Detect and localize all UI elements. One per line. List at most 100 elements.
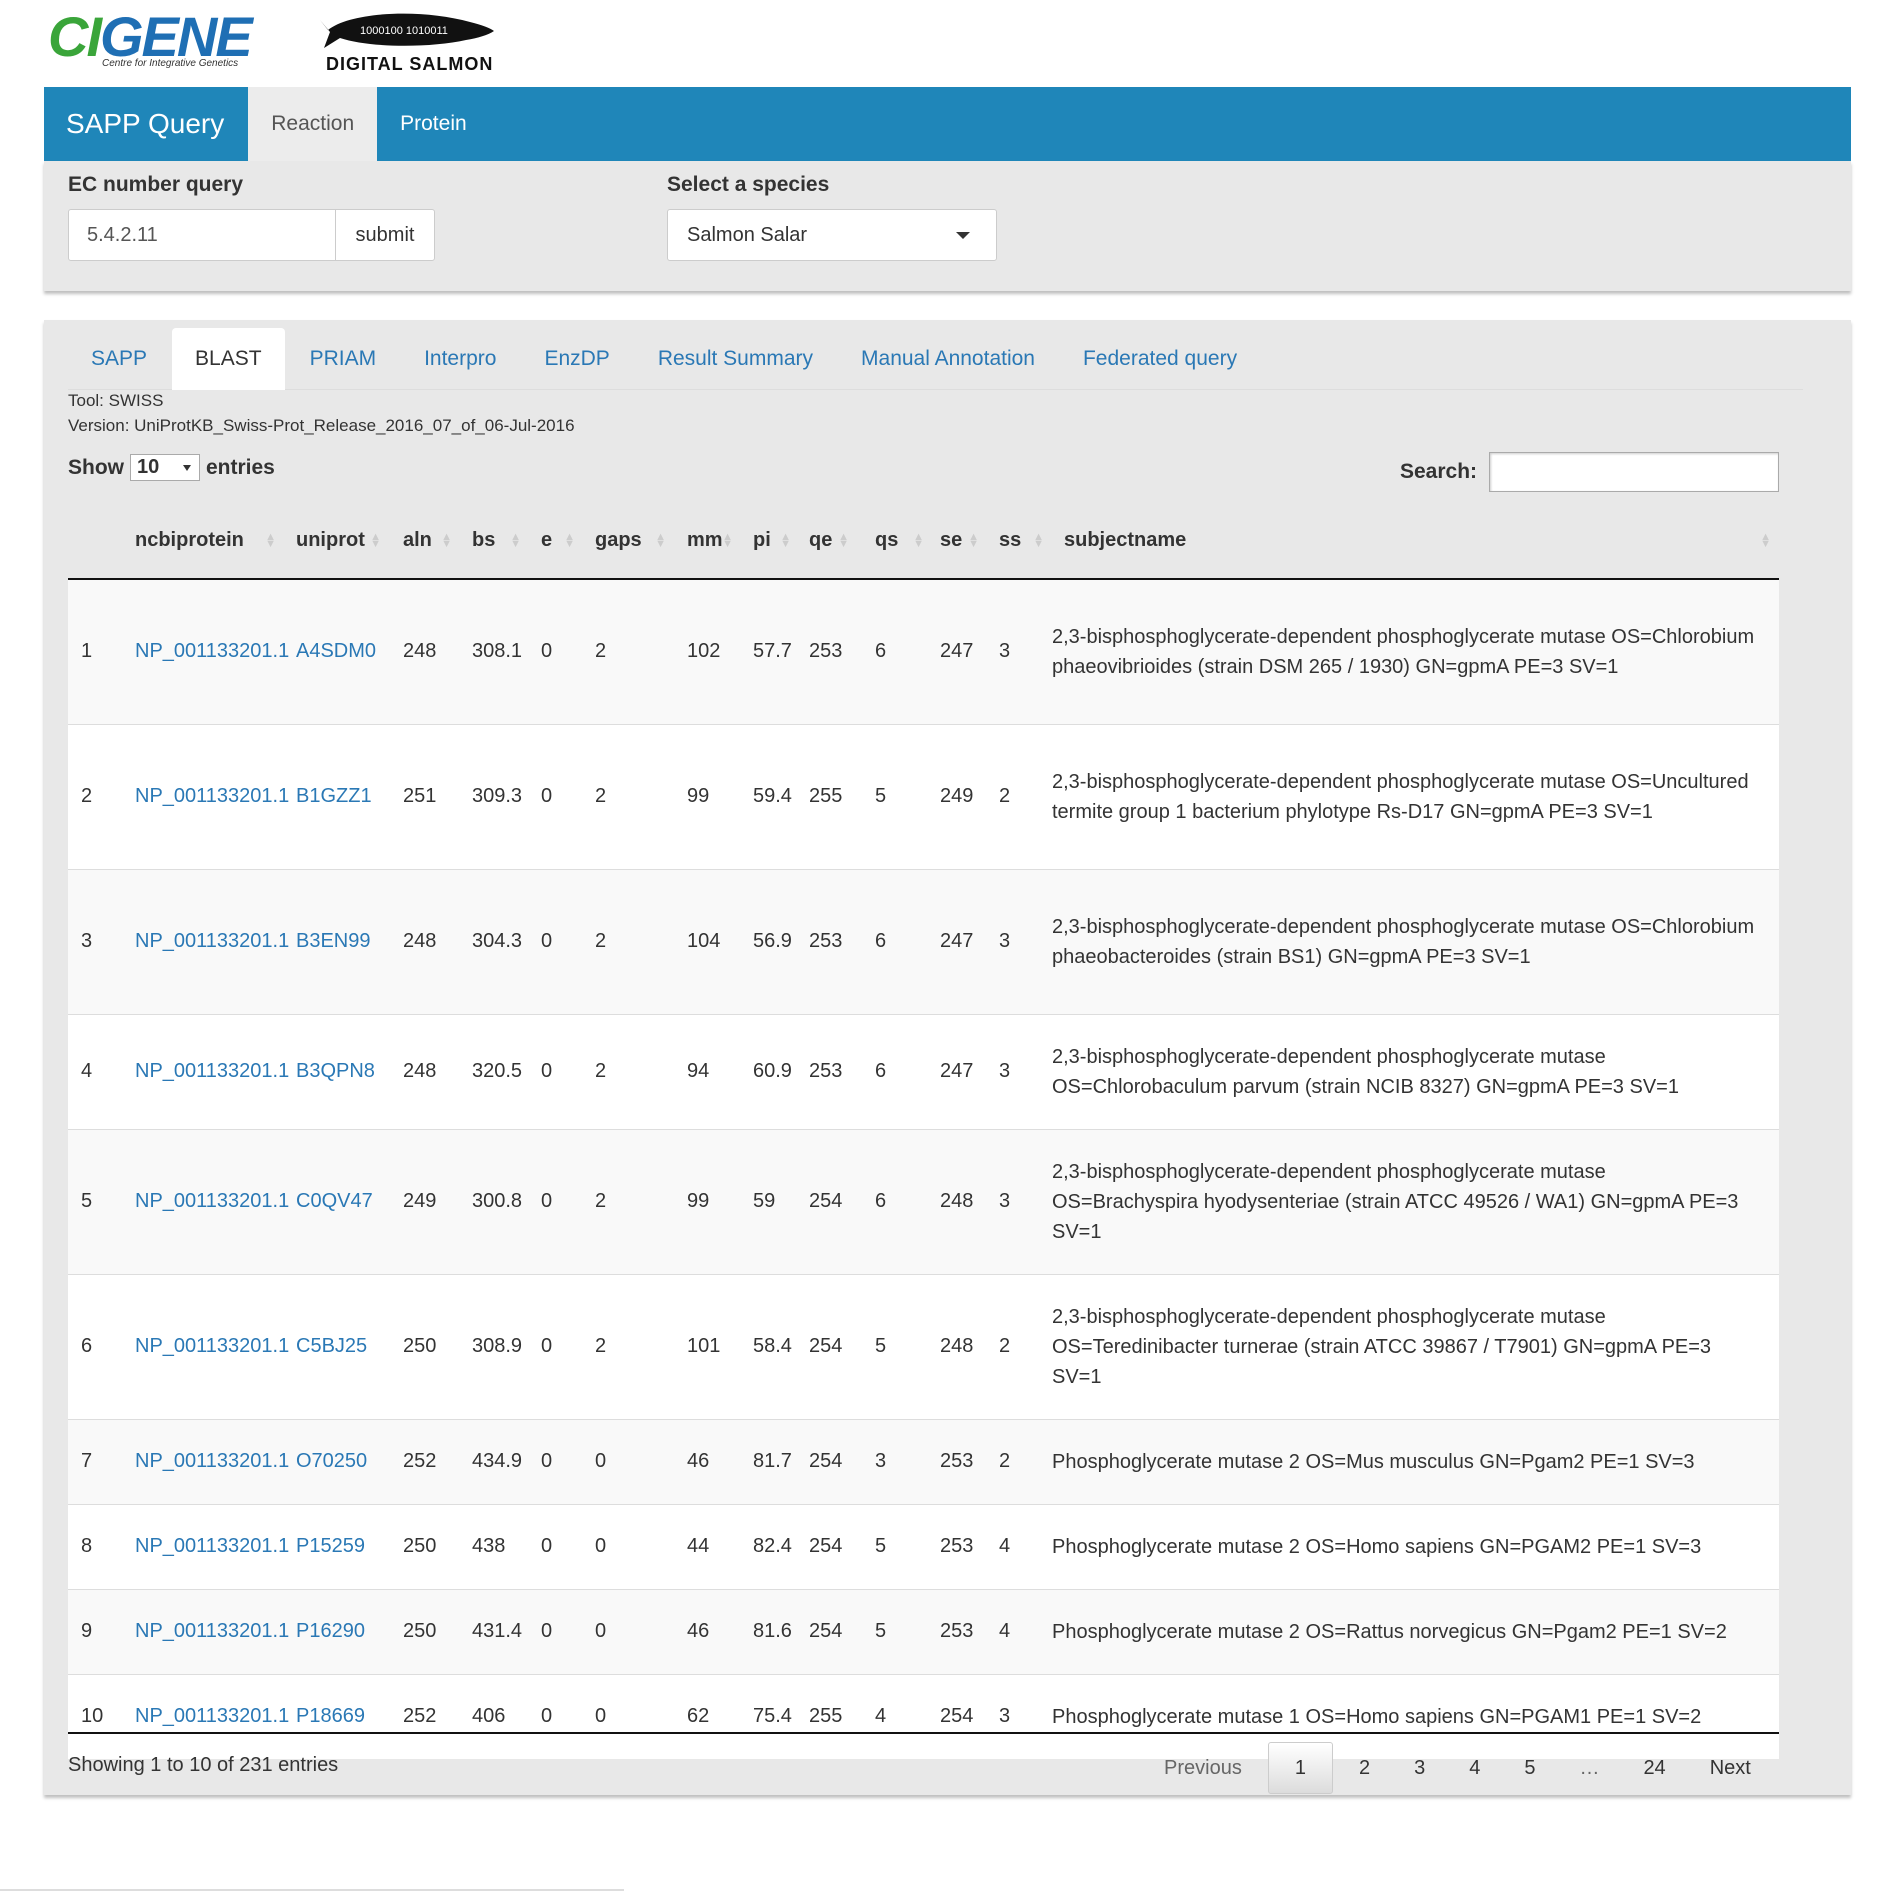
cell-ncbiprotein-link[interactable]: NP_001133201.1 (135, 930, 289, 952)
tab-enzdp[interactable]: EnzDP (521, 328, 632, 390)
cell-ncbiprotein: NP_001133201.1 (125, 1013, 289, 1129)
cell-uniprot-link[interactable]: B3QPN8 (296, 1060, 375, 1082)
col-ncbiprotein-header[interactable]: ncbiprotein ▲ ▼ (125, 502, 284, 580)
tab-manual-annotation[interactable]: Manual Annotation (838, 328, 1058, 390)
pagination-page[interactable]: 24 (1621, 1742, 1687, 1794)
cell-index: 10 (68, 1673, 125, 1759)
col-qe-header[interactable]: qe ▲ ▼ (799, 502, 857, 580)
col-pi-label: pi (753, 528, 771, 551)
species-select[interactable]: Salmon Salar (667, 209, 997, 261)
pagination-page[interactable]: 1 (1267, 1742, 1333, 1794)
cell-index: 8 (68, 1503, 125, 1589)
cell-e: 0 (529, 1673, 583, 1759)
col-bs-label: bs (472, 528, 496, 551)
cell-bs: 308.9 (460, 1273, 529, 1419)
tab-result-summary[interactable]: Result Summary (635, 328, 836, 390)
table-row: 4 NP_001133201.1 B3QPN8 248 320.5 0 2 94 60.9 253… (68, 1013, 1779, 1129)
cell-uniprot-link[interactable]: A4SDM0 (296, 640, 376, 662)
table-row: 8 NP_001133201.1 P15259 250 438 0 0 44 82.4 254 5 2… (68, 1503, 1779, 1589)
cell-uniprot-link[interactable]: B3EN99 (296, 930, 371, 952)
col-qs-label: qs (875, 528, 899, 551)
cell-qs: 6 (857, 578, 932, 724)
tab-blast[interactable]: BLAST (172, 328, 285, 390)
entries-length-select[interactable]: 10 (130, 454, 200, 481)
cell-qe: 255 (799, 1673, 857, 1759)
cell-aln: 252 (389, 1418, 460, 1504)
cigene-tagline: Centre for Integrative Genetics (102, 58, 239, 69)
col-qs-header[interactable]: qs ▲ ▼ (857, 502, 932, 580)
ec-number-input[interactable] (68, 209, 336, 261)
cell-gaps: 0 (583, 1418, 674, 1504)
cell-ss: 3 (987, 578, 1052, 724)
cell-uniprot-link[interactable]: C0QV47 (296, 1190, 373, 1212)
cell-ncbiprotein-link[interactable]: NP_001133201.1 (135, 640, 289, 662)
cell-ncbiprotein-link[interactable]: NP_001133201.1 (135, 1335, 289, 1357)
cell-index: 7 (68, 1418, 125, 1504)
cell-gaps: 2 (583, 1273, 674, 1419)
cell-pi: 56.9 (741, 868, 799, 1014)
cell-qe: 254 (799, 1128, 857, 1274)
col-mm-header[interactable]: mm ▲ ▼ (674, 502, 741, 580)
col-ncbiprotein-label: ncbiprotein (135, 528, 244, 551)
nav-protein[interactable]: Protein (377, 87, 490, 161)
cell-subjectname: 2,3-bisphosphoglycerate-dependent phosph… (1052, 578, 1779, 724)
cell-aln: 248 (389, 868, 460, 1014)
col-ss-header[interactable]: ss ▲ ▼ (987, 502, 1052, 580)
cell-uniprot-link[interactable]: P16290 (296, 1620, 365, 1642)
cell-ncbiprotein-link[interactable]: NP_001133201.1 (135, 1620, 289, 1642)
col-uniprot-header[interactable]: uniprot ▲ ▼ (284, 502, 389, 580)
col-pi-header[interactable]: pi ▲ ▼ (741, 502, 799, 580)
cell-ncbiprotein-link[interactable]: NP_001133201.1 (135, 1705, 289, 1727)
cell-ncbiprotein-link[interactable]: NP_001133201.1 (135, 1535, 289, 1557)
cell-se: 253 (932, 1588, 987, 1674)
cell-bs: 308.1 (460, 578, 529, 724)
pagination-next[interactable]: Next (1688, 1742, 1773, 1794)
pagination-page[interactable]: 2 (1337, 1742, 1392, 1794)
salmon-fish-icon: 1000100 1010011 (320, 13, 494, 48)
cell-mm: 99 (674, 1128, 741, 1274)
pagination-page[interactable]: 4 (1447, 1742, 1502, 1794)
table-row: 6 NP_001133201.1 C5BJ25 250 308.9 0 2 101 58.4 25… (68, 1273, 1779, 1419)
cell-index: 4 (68, 1013, 125, 1129)
cell-uniprot-link[interactable]: P18669 (296, 1705, 365, 1727)
cell-subjectname: Phosphoglycerate mutase 2 OS=Mus musculu… (1052, 1418, 1779, 1504)
col-gaps-header[interactable]: gaps ▲ ▼ (583, 502, 674, 580)
nav-reaction[interactable]: Reaction (248, 87, 378, 161)
col-subjectname-header[interactable]: subjectname ▲ ▼ (1052, 502, 1779, 580)
tab-priam[interactable]: PRIAM (287, 328, 400, 390)
cell-qs: 3 (857, 1418, 932, 1504)
cell-uniprot: C0QV47 (284, 1128, 389, 1274)
col-aln-header[interactable]: aln ▲ ▼ (389, 502, 460, 580)
pagination-page[interactable]: 5 (1502, 1742, 1557, 1794)
cell-se: 247 (932, 578, 987, 724)
cell-mm: 62 (674, 1673, 741, 1759)
tab-sapp[interactable]: SAPP (68, 328, 170, 390)
pagination-ellipsis: … (1579, 1756, 1600, 1779)
cell-uniprot-link[interactable]: B1GZZ1 (296, 785, 372, 807)
search-input[interactable] (1489, 452, 1780, 492)
cell-e: 0 (529, 868, 583, 1014)
pagination-previous[interactable]: Previous (1142, 1742, 1264, 1794)
pagination-page[interactable]: 3 (1392, 1742, 1447, 1794)
cell-ncbiprotein-link[interactable]: NP_001133201.1 (135, 1190, 289, 1212)
col-e-header[interactable]: e ▲ ▼ (529, 502, 583, 580)
cell-subjectname: 2,3-bisphosphoglycerate-dependent phosph… (1052, 1273, 1779, 1419)
cell-ncbiprotein-link[interactable]: NP_001133201.1 (135, 1450, 289, 1472)
col-mm-label: mm (687, 528, 723, 551)
cell-uniprot-link[interactable]: P15259 (296, 1535, 365, 1557)
tab-federated-query[interactable]: Federated query (1060, 328, 1260, 390)
table-row: 7 NP_001133201.1 O70250 252 434.9 0 0 46 81.7 254… (68, 1418, 1779, 1504)
cell-uniprot-link[interactable]: C5BJ25 (296, 1335, 367, 1357)
cell-ncbiprotein-link[interactable]: NP_001133201.1 (135, 785, 289, 807)
navbar-brand[interactable]: SAPP Query (44, 87, 248, 161)
col-se-header[interactable]: se ▲ ▼ (932, 502, 987, 580)
col-bs-header[interactable]: bs ▲ ▼ (460, 502, 529, 580)
cell-uniprot-link[interactable]: O70250 (296, 1450, 367, 1472)
cell-gaps: 2 (583, 578, 674, 724)
submit-button[interactable]: submit (335, 209, 435, 261)
cell-se: 254 (932, 1673, 987, 1759)
cell-qs: 6 (857, 868, 932, 1014)
tab-interpro[interactable]: Interpro (401, 328, 519, 390)
cell-ncbiprotein-link[interactable]: NP_001133201.1 (135, 1060, 289, 1082)
cell-ncbiprotein: NP_001133201.1 (125, 1673, 289, 1759)
